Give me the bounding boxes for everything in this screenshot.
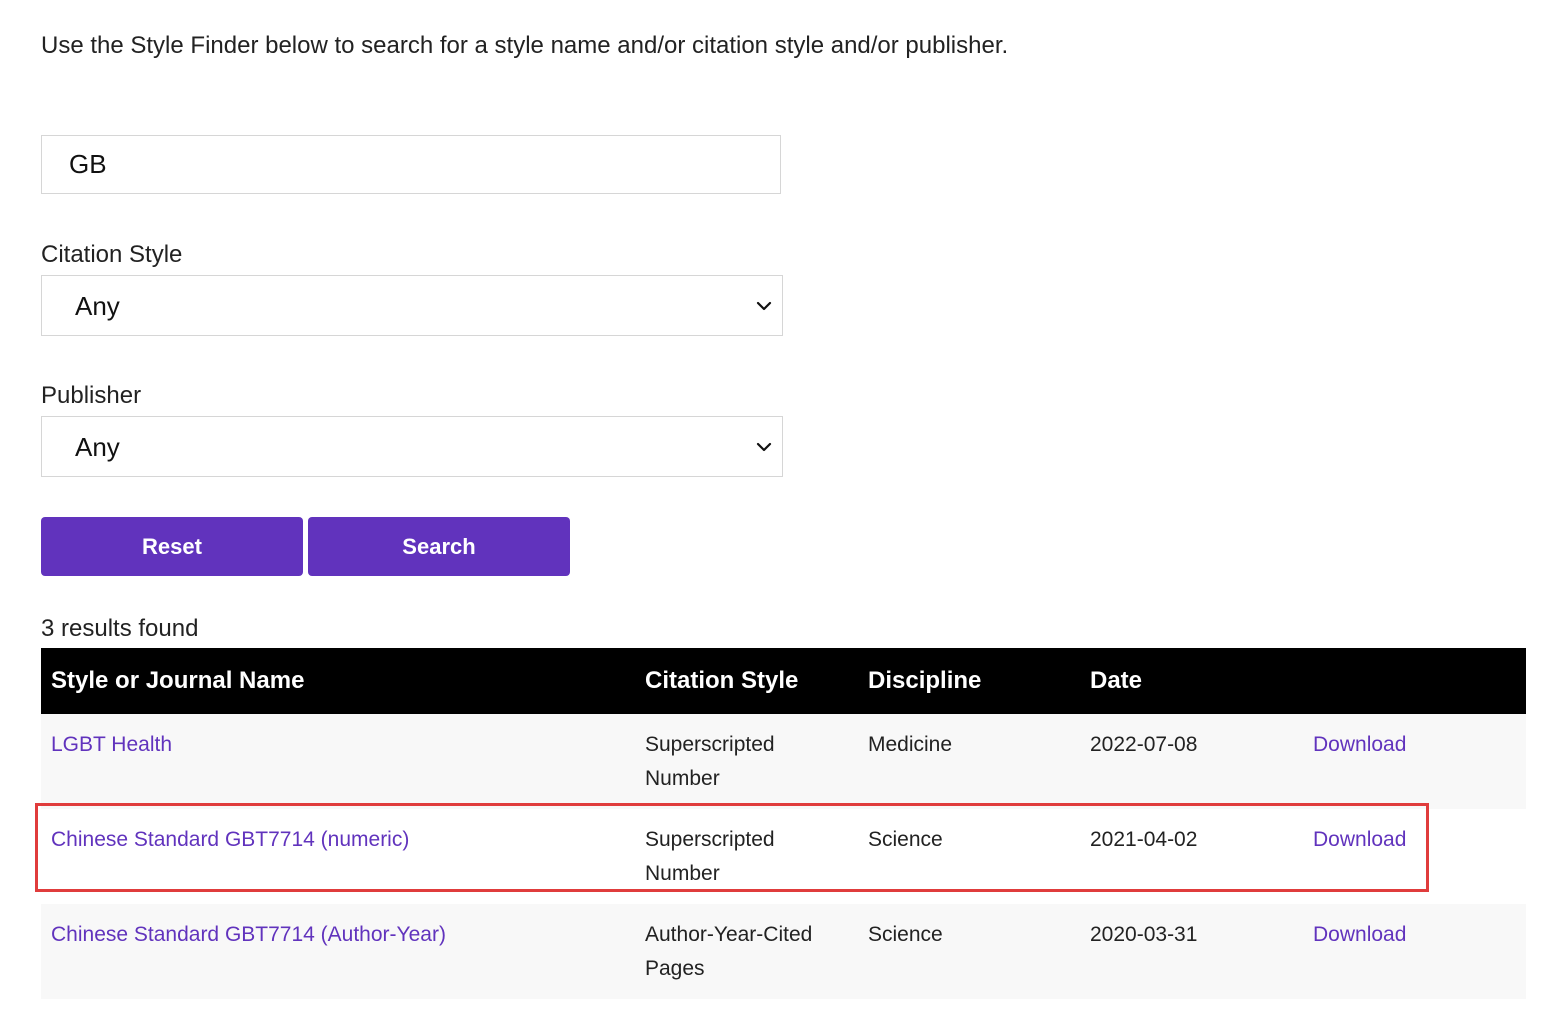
search-button[interactable]: Search <box>308 517 570 576</box>
reset-button[interactable]: Reset <box>41 517 303 576</box>
publisher-select[interactable]: Any <box>41 416 783 477</box>
publisher-value: Any <box>75 432 120 462</box>
chevron-down-icon <box>756 442 772 452</box>
style-name-link[interactable]: Chinese Standard GBT7714 (Author-Year) <box>51 918 446 952</box>
discipline-cell: Science <box>868 923 943 946</box>
citation-style-cell: Author-Year-Cited Pages <box>645 923 813 980</box>
citation-style-cell: Superscripted Number <box>645 828 775 885</box>
download-link[interactable]: Download <box>1313 823 1406 857</box>
download-link[interactable]: Download <box>1313 918 1406 952</box>
intro-text: Use the Style Finder below to search for… <box>41 32 1009 59</box>
table-row: Chinese Standard GBT7714 (numeric) Super… <box>41 809 1526 904</box>
citation-style-value: Any <box>75 291 120 321</box>
publisher-label: Publisher <box>41 382 142 409</box>
table-header: Style or Journal Name Citation Style Dis… <box>41 648 1526 714</box>
citation-style-label: Citation Style <box>41 241 183 268</box>
header-citation-style: Citation Style <box>645 667 799 694</box>
header-date: Date <box>1090 667 1143 694</box>
discipline-cell: Medicine <box>868 733 953 756</box>
download-link[interactable]: Download <box>1313 728 1406 762</box>
citation-style-select[interactable]: Any <box>41 275 783 336</box>
date-cell: 2022-07-08 <box>1090 733 1198 756</box>
results-table: Style or Journal Name Citation Style Dis… <box>41 648 1526 999</box>
style-name-link[interactable]: Chinese Standard GBT7714 (numeric) <box>51 823 409 857</box>
discipline-cell: Science <box>868 828 943 851</box>
header-name: Style or Journal Name <box>51 667 305 694</box>
search-input[interactable] <box>41 135 781 194</box>
results-count: 3 results found <box>41 615 199 642</box>
date-cell: 2020-03-31 <box>1090 923 1198 946</box>
citation-style-cell: Superscripted Number <box>645 733 775 790</box>
table-row: Chinese Standard GBT7714 (Author-Year) A… <box>41 904 1526 999</box>
header-discipline: Discipline <box>868 667 982 694</box>
table-row: LGBT Health Superscripted Number Medicin… <box>41 714 1526 809</box>
style-name-link[interactable]: LGBT Health <box>51 728 172 762</box>
date-cell: 2021-04-02 <box>1090 828 1198 851</box>
chevron-down-icon <box>756 301 772 311</box>
